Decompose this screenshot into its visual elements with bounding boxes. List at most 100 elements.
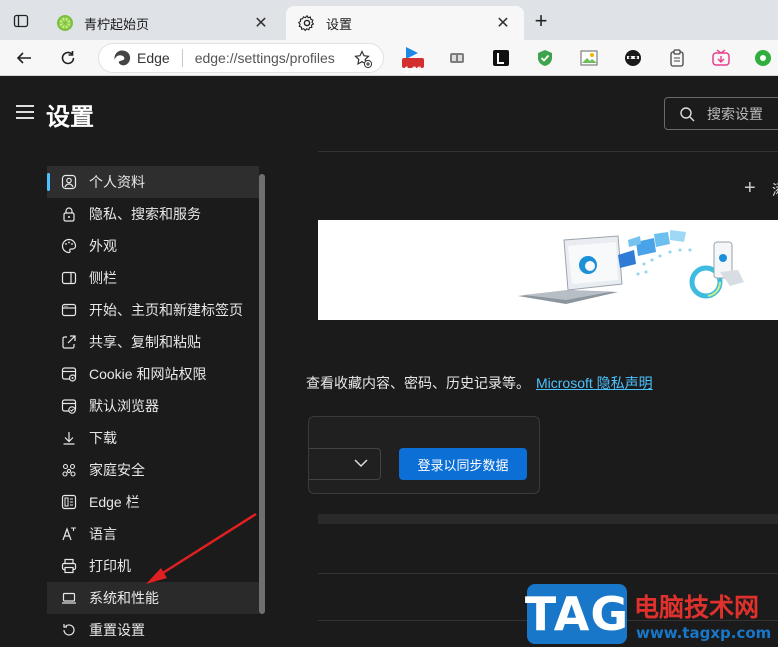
search-input[interactable]: 搜索设置 <box>664 97 778 130</box>
chevron-down-icon <box>354 455 368 473</box>
section-separator <box>318 514 778 524</box>
browser-icon <box>61 398 77 414</box>
sync-description: 查看收藏内容、密码、历史记录等。 Microsoft 隐私声明 <box>306 373 653 393</box>
search-icon <box>679 106 695 122</box>
back-button[interactable] <box>10 44 38 72</box>
extension-grid-icon[interactable] <box>446 47 468 69</box>
watermark-logo: TAG <box>525 584 628 644</box>
sync-illustration-banner <box>318 220 778 320</box>
sidebar-item-label: 语言 <box>89 526 117 542</box>
clipboard-icon[interactable] <box>666 47 688 69</box>
sidebar-item-label: 系统和性能 <box>89 590 159 606</box>
sidebar-item-label: Cookie 和网站权限 <box>89 366 207 382</box>
sidebar-item-profiles[interactable]: 个人资料 <box>47 166 259 198</box>
site-label: Edge <box>137 50 170 66</box>
browser-toolbar: Edge edge://settings/profiles 1.00 <box>0 40 778 76</box>
tab-settings[interactable]: 设置 ✕ <box>286 6 524 40</box>
sidebar-item-label: 共享、复制和粘贴 <box>89 334 201 350</box>
sync-illustration <box>518 230 744 304</box>
sidebar-item-reset[interactable]: 重置设置 <box>47 614 259 646</box>
settings-main: 搜索设置 + 添 <box>306 77 778 647</box>
sidebar-item-printers[interactable]: 打印机 <box>47 550 259 582</box>
add-favorite-icon[interactable] <box>353 49 373 69</box>
edge-logo-icon <box>113 49 131 67</box>
sync-card: 登录以同步数据 <box>308 416 540 494</box>
address-divider <box>181 49 183 67</box>
sidebar-item-default-browser[interactable]: 默认浏览器 <box>47 390 259 422</box>
spy-extension-icon[interactable] <box>622 47 644 69</box>
url-text: edge://settings/profiles <box>194 50 335 66</box>
sidebar-item-system[interactable]: 系统和性能 <box>47 582 259 614</box>
sidebar-item-downloads[interactable]: 下载 <box>47 422 259 454</box>
printer-icon <box>61 558 77 574</box>
extension-l-icon[interactable] <box>490 47 512 69</box>
profile-icon <box>61 174 77 190</box>
divider <box>318 573 778 574</box>
sidebar-scrollbar[interactable] <box>259 174 265 614</box>
edge-bar-icon <box>61 494 77 510</box>
sidebar-item-appearance[interactable]: 外观 <box>47 230 259 262</box>
sidebar-item-label: 侧栏 <box>89 270 117 286</box>
sidebar-item-share[interactable]: 共享、复制和粘贴 <box>47 326 259 358</box>
tab-start-page[interactable]: 青柠起始页 ✕ <box>44 6 282 40</box>
settings-sidebar: 设置 个人资料 隐私、搜索和服务 外观 侧栏 开始、主页和新建标签页 共享、复制… <box>0 77 318 647</box>
sidebar-icon <box>61 270 77 286</box>
sidebar-item-label: 外观 <box>89 238 117 254</box>
sidebar-item-label: 个人资料 <box>89 174 145 190</box>
family-icon <box>61 462 77 478</box>
cookie-icon <box>61 366 77 382</box>
tab-actions-icon[interactable] <box>8 8 34 34</box>
tv-extension-icon[interactable] <box>710 47 732 69</box>
sidebar-item-languages[interactable]: 语言 <box>47 518 259 550</box>
add-profile-label[interactable]: 添 <box>772 180 778 200</box>
home-tab-icon <box>61 302 77 318</box>
download-icon <box>61 430 77 446</box>
laptop-icon <box>61 590 77 606</box>
sign-in-sync-button[interactable]: 登录以同步数据 <box>399 448 527 480</box>
language-icon <box>61 526 77 542</box>
sidebar-item-label: 下载 <box>89 430 117 446</box>
privacy-link[interactable]: Microsoft 隐私声明 <box>536 375 653 391</box>
palette-icon <box>61 238 77 254</box>
watermark-url: www.tagxp.com <box>636 624 772 642</box>
page-title: 设置 <box>46 104 94 131</box>
sidebar-item-label: 打印机 <box>89 558 131 574</box>
sidebar-item-cookies[interactable]: Cookie 和网站权限 <box>47 358 259 390</box>
address-bar[interactable]: Edge edge://settings/profiles <box>98 43 384 73</box>
refresh-button[interactable] <box>54 44 82 72</box>
sidebar-item-label: 开始、主页和新建标签页 <box>89 302 243 318</box>
description-text: 查看收藏内容、密码、历史记录等。 <box>306 375 530 391</box>
close-icon[interactable]: ✕ <box>494 14 512 32</box>
settings-nav: 个人资料 隐私、搜索和服务 外观 侧栏 开始、主页和新建标签页 共享、复制和粘贴… <box>47 166 259 646</box>
share-icon <box>61 334 77 350</box>
lime-icon <box>56 14 74 32</box>
tab-title: 青柠起始页 <box>84 16 150 32</box>
watermark-site-name: 电脑技术网 <box>634 594 760 622</box>
sidebar-item-family[interactable]: 家庭安全 <box>47 454 259 486</box>
sidebar-item-sidebar[interactable]: 侧栏 <box>47 262 259 294</box>
tab-title: 设置 <box>326 16 353 32</box>
account-dropdown[interactable] <box>309 448 381 480</box>
zoom-badge: 1.00 <box>404 65 422 75</box>
add-icon[interactable]: + <box>744 177 756 200</box>
sidebar-item-label: 重置设置 <box>89 622 145 638</box>
divider <box>318 151 778 152</box>
sidebar-item-label: 隐私、搜索和服务 <box>89 206 201 222</box>
search-placeholder: 搜索设置 <box>707 105 763 122</box>
reset-icon <box>61 622 77 638</box>
green-dot-extension-icon[interactable] <box>752 47 774 69</box>
shield-check-icon[interactable] <box>534 47 556 69</box>
new-tab-button[interactable]: + <box>528 8 554 34</box>
sidebar-item-label: 默认浏览器 <box>89 398 159 414</box>
sidebar-item-privacy[interactable]: 隐私、搜索和服务 <box>47 198 259 230</box>
zoom-extension-icon[interactable]: 1.00 <box>402 47 424 75</box>
image-extension-icon[interactable] <box>578 47 600 69</box>
sidebar-item-label: Edge 栏 <box>89 494 140 510</box>
sidebar-item-label: 家庭安全 <box>89 462 145 478</box>
close-icon[interactable]: ✕ <box>252 14 270 32</box>
gear-icon <box>298 14 316 32</box>
tab-strip: 青柠起始页 ✕ 设置 ✕ + <box>0 0 778 40</box>
sidebar-item-start-home[interactable]: 开始、主页和新建标签页 <box>47 294 259 326</box>
sidebar-item-edge-bar[interactable]: Edge 栏 <box>47 486 259 518</box>
menu-icon[interactable] <box>16 105 34 119</box>
